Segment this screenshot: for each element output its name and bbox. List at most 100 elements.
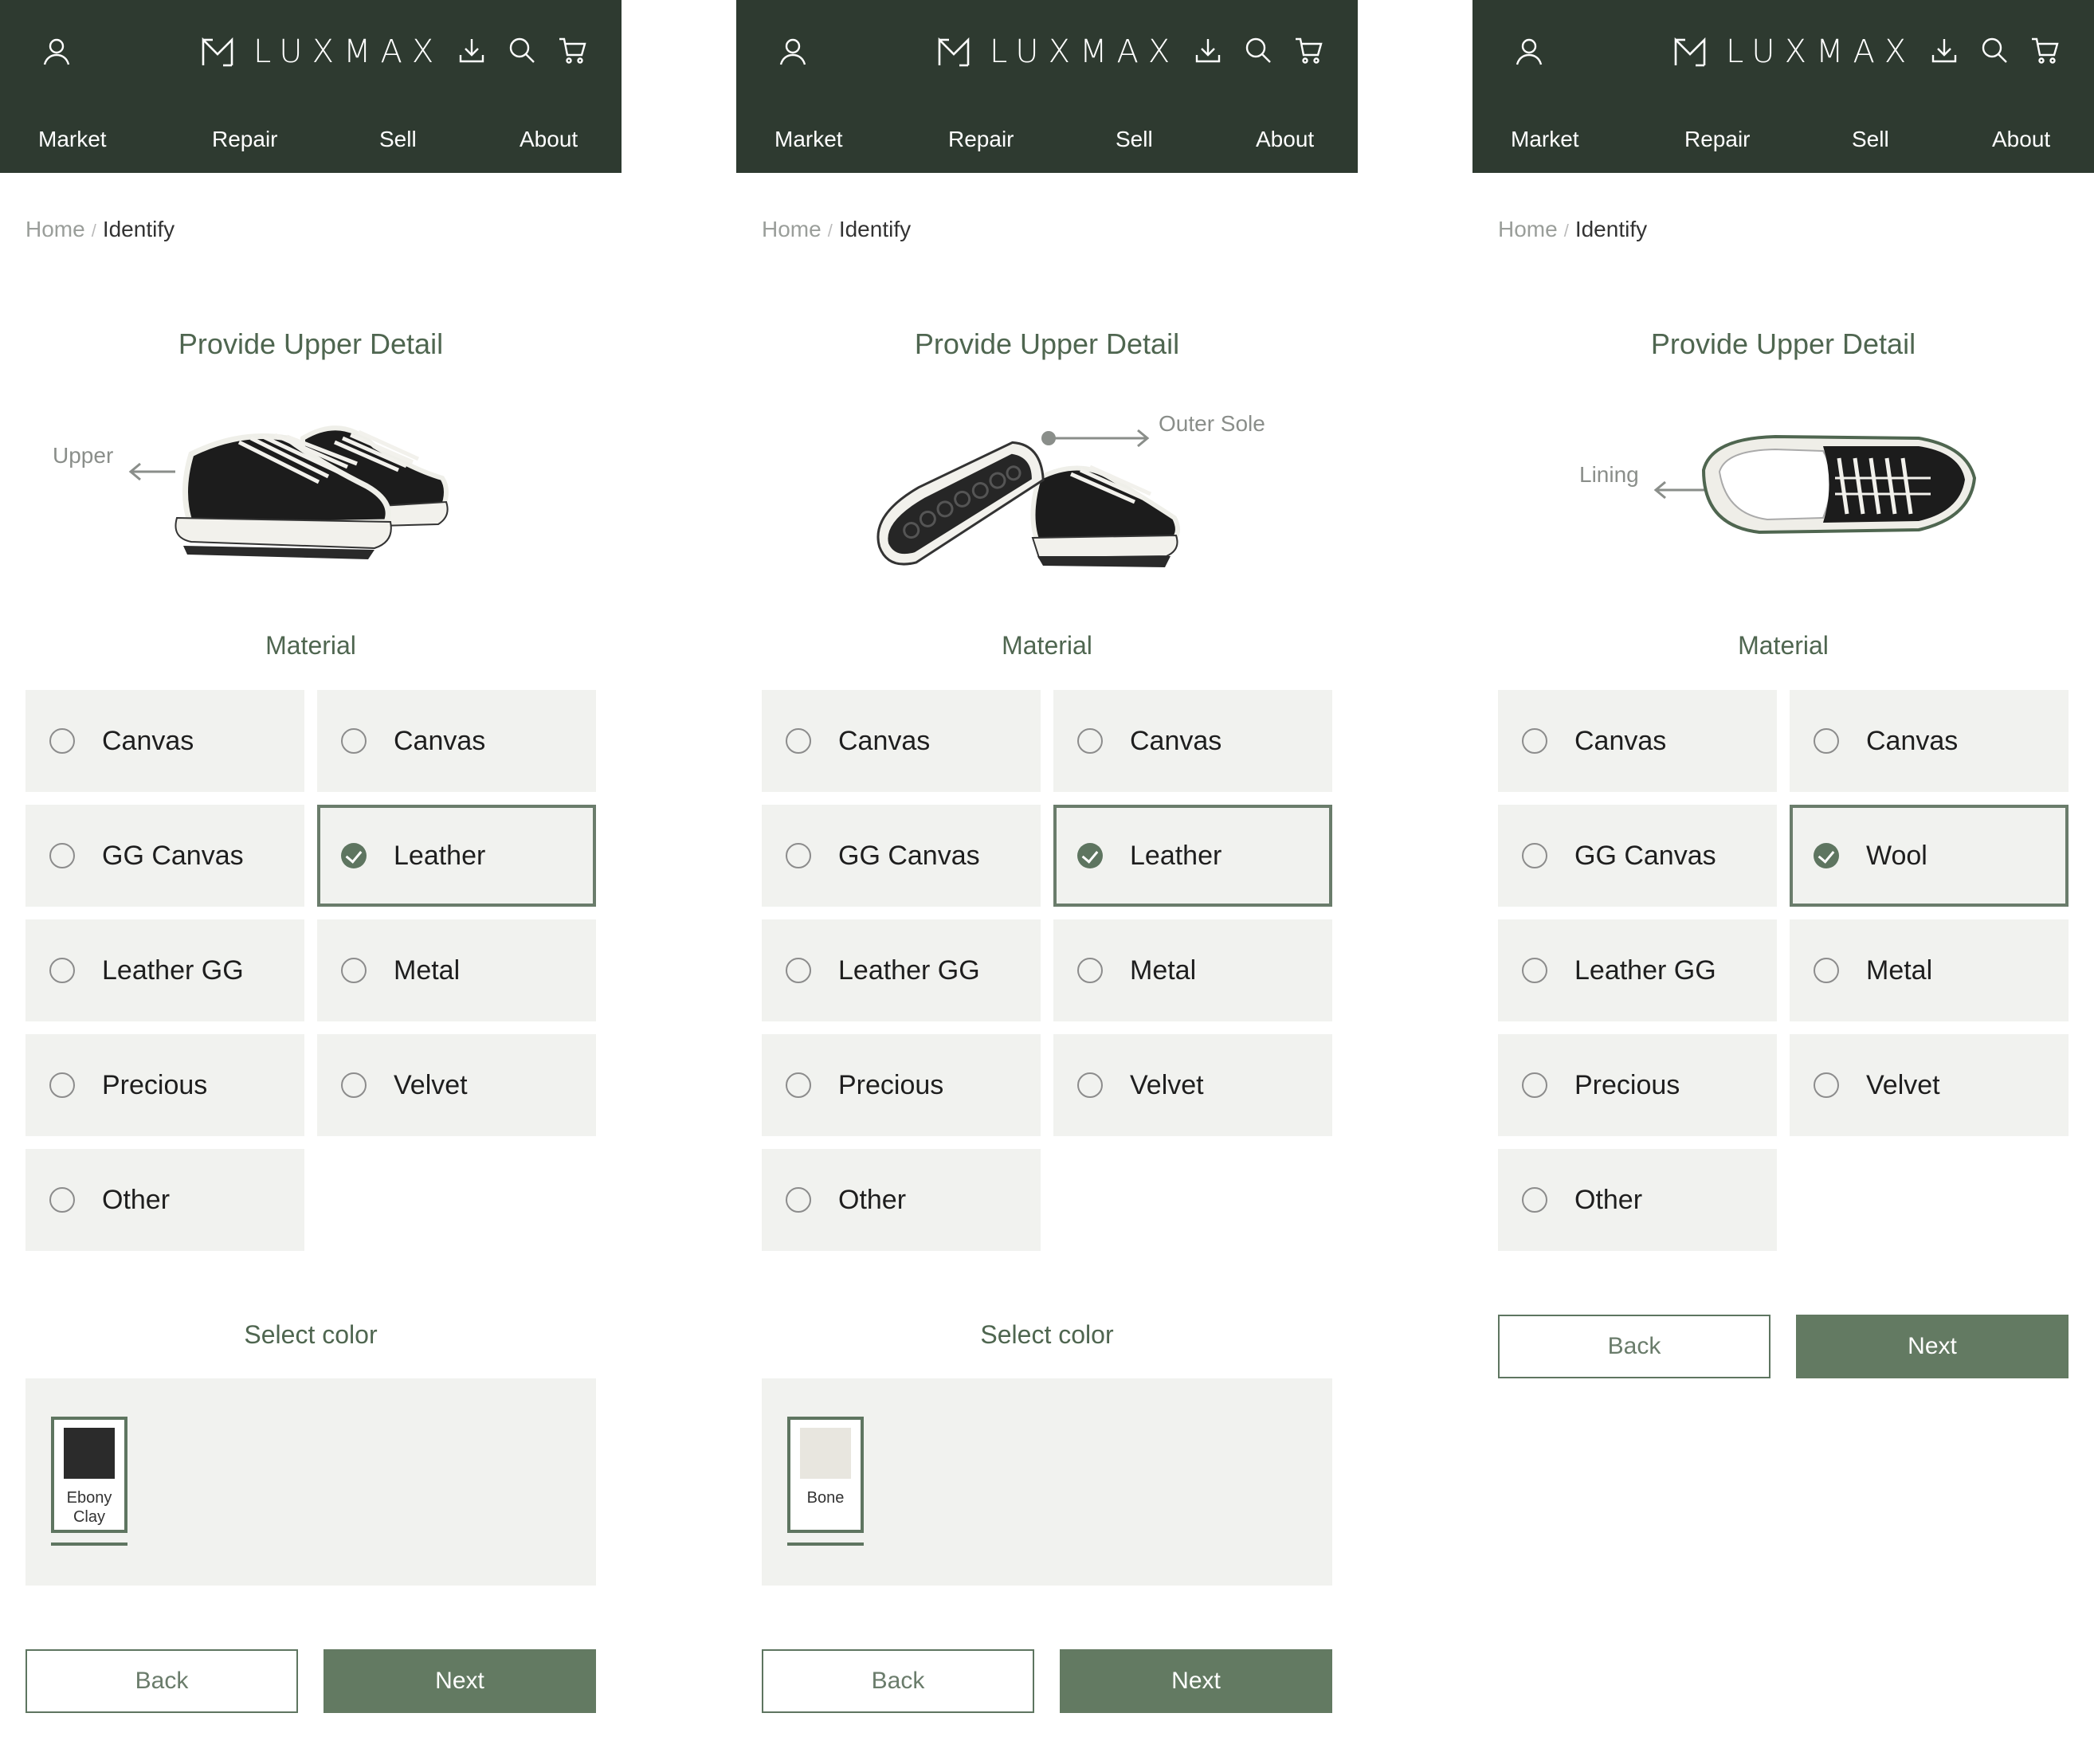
nav-repair[interactable]: Repair [948,120,1014,159]
nav-about[interactable]: About [1992,120,2050,159]
option-label: Canvas [102,726,194,756]
radio-icon[interactable] [341,728,367,754]
material-option-metal[interactable]: Metal [1790,919,2069,1021]
radio-icon[interactable] [1077,728,1103,754]
color-panel: Ebony Clay [25,1378,596,1586]
nav-sell[interactable]: Sell [1852,120,1889,159]
material-option-gg-canvas[interactable]: GG Canvas [25,805,304,907]
radio-icon[interactable] [1814,1072,1839,1098]
check-icon[interactable] [341,843,367,868]
download-icon[interactable] [457,36,486,65]
material-option-velvet[interactable]: Velvet [1053,1034,1332,1136]
material-option-leather-gg[interactable]: Leather GG [762,919,1041,1021]
radio-icon[interactable] [1814,958,1839,983]
next-button[interactable]: Next [1796,1315,2069,1378]
material-option-metal[interactable]: Metal [1053,919,1332,1021]
header: LUXMAX Market Repair Sell About [0,0,622,173]
material-option-canvas-2[interactable]: Canvas [1790,690,2069,792]
material-option-wool[interactable]: Wool [1790,805,2069,907]
material-option-metal[interactable]: Metal [317,919,596,1021]
material-option-other[interactable]: Other [1498,1149,1777,1251]
radio-icon[interactable] [1522,958,1547,983]
color-swatch-bone[interactable]: Bone [787,1417,864,1533]
material-option-leather[interactable]: Leather [317,805,596,907]
material-option-gg-canvas[interactable]: GG Canvas [762,805,1041,907]
brand-logo[interactable]: LUXMAX [937,32,1179,72]
next-button[interactable]: Next [1060,1649,1332,1713]
radio-icon[interactable] [1077,958,1103,983]
radio-icon[interactable] [49,1072,75,1098]
radio-icon[interactable] [49,1187,75,1213]
material-option-canvas[interactable]: Canvas [1498,690,1777,792]
back-button[interactable]: Back [762,1649,1034,1713]
option-label: Metal [1866,955,1933,986]
radio-icon[interactable] [1522,728,1547,754]
nav-market[interactable]: Market [1511,120,1579,159]
material-option-leather-gg[interactable]: Leather GG [1498,919,1777,1021]
radio-icon[interactable] [1814,728,1839,754]
material-option-other[interactable]: Other [25,1149,304,1251]
material-option-other[interactable]: Other [762,1149,1041,1251]
radio-icon[interactable] [786,1187,811,1213]
radio-icon[interactable] [1522,843,1547,868]
user-icon[interactable] [1514,36,1544,66]
search-icon[interactable] [1980,36,2009,65]
nav-sell[interactable]: Sell [379,120,417,159]
material-option-canvas[interactable]: Canvas [25,690,304,792]
main-nav: Market Repair Sell About [736,120,1358,159]
nav-about[interactable]: About [1256,120,1314,159]
material-option-leather[interactable]: Leather [1053,805,1332,907]
color-swatch-ebony-clay[interactable]: Ebony Clay [51,1417,127,1533]
material-option-gg-canvas[interactable]: GG Canvas [1498,805,1777,907]
material-option-canvas-2[interactable]: Canvas [1053,690,1332,792]
breadcrumb-home[interactable]: Home [762,217,822,241]
breadcrumb-home[interactable]: Home [25,217,85,241]
search-icon[interactable] [1244,36,1272,65]
nav-market[interactable]: Market [38,120,107,159]
radio-icon[interactable] [1077,1072,1103,1098]
material-option-canvas-2[interactable]: Canvas [317,690,596,792]
swatch-color [64,1428,115,1479]
next-button[interactable]: Next [324,1649,596,1713]
nav-repair[interactable]: Repair [212,120,277,159]
breadcrumb-home[interactable]: Home [1498,217,1558,241]
nav-sell[interactable]: Sell [1116,120,1153,159]
radio-icon[interactable] [49,728,75,754]
material-option-velvet[interactable]: Velvet [1790,1034,2069,1136]
user-icon[interactable] [778,36,808,66]
radio-icon[interactable] [786,1072,811,1098]
radio-icon[interactable] [49,958,75,983]
nav-market[interactable]: Market [774,120,843,159]
radio-icon[interactable] [1522,1187,1547,1213]
radio-icon[interactable] [341,958,367,983]
back-button[interactable]: Back [25,1649,298,1713]
radio-icon[interactable] [341,1072,367,1098]
radio-icon[interactable] [786,843,811,868]
cart-icon[interactable] [2030,36,2059,65]
search-icon[interactable] [508,36,536,65]
download-icon[interactable] [1930,36,1959,65]
download-icon[interactable] [1194,36,1222,65]
material-option-velvet[interactable]: Velvet [317,1034,596,1136]
material-option-precious[interactable]: Precious [25,1034,304,1136]
material-option-leather-gg[interactable]: Leather GG [25,919,304,1021]
material-option-precious[interactable]: Precious [762,1034,1041,1136]
material-option-canvas[interactable]: Canvas [762,690,1041,792]
brand-name: LUXMAX [1726,33,1916,70]
check-icon[interactable] [1077,843,1103,868]
check-icon[interactable] [1814,843,1839,868]
nav-repair[interactable]: Repair [1684,120,1750,159]
user-icon[interactable] [41,36,72,66]
cart-icon[interactable] [558,36,586,65]
luxmax-logo-icon [1674,37,1706,67]
brand-logo[interactable]: LUXMAX [201,32,443,72]
back-button[interactable]: Back [1498,1315,1770,1378]
nav-about[interactable]: About [520,120,578,159]
material-option-precious[interactable]: Precious [1498,1034,1777,1136]
brand-logo[interactable]: LUXMAX [1673,32,1916,72]
radio-icon[interactable] [786,728,811,754]
radio-icon[interactable] [1522,1072,1547,1098]
radio-icon[interactable] [49,843,75,868]
radio-icon[interactable] [786,958,811,983]
cart-icon[interactable] [1294,36,1323,65]
